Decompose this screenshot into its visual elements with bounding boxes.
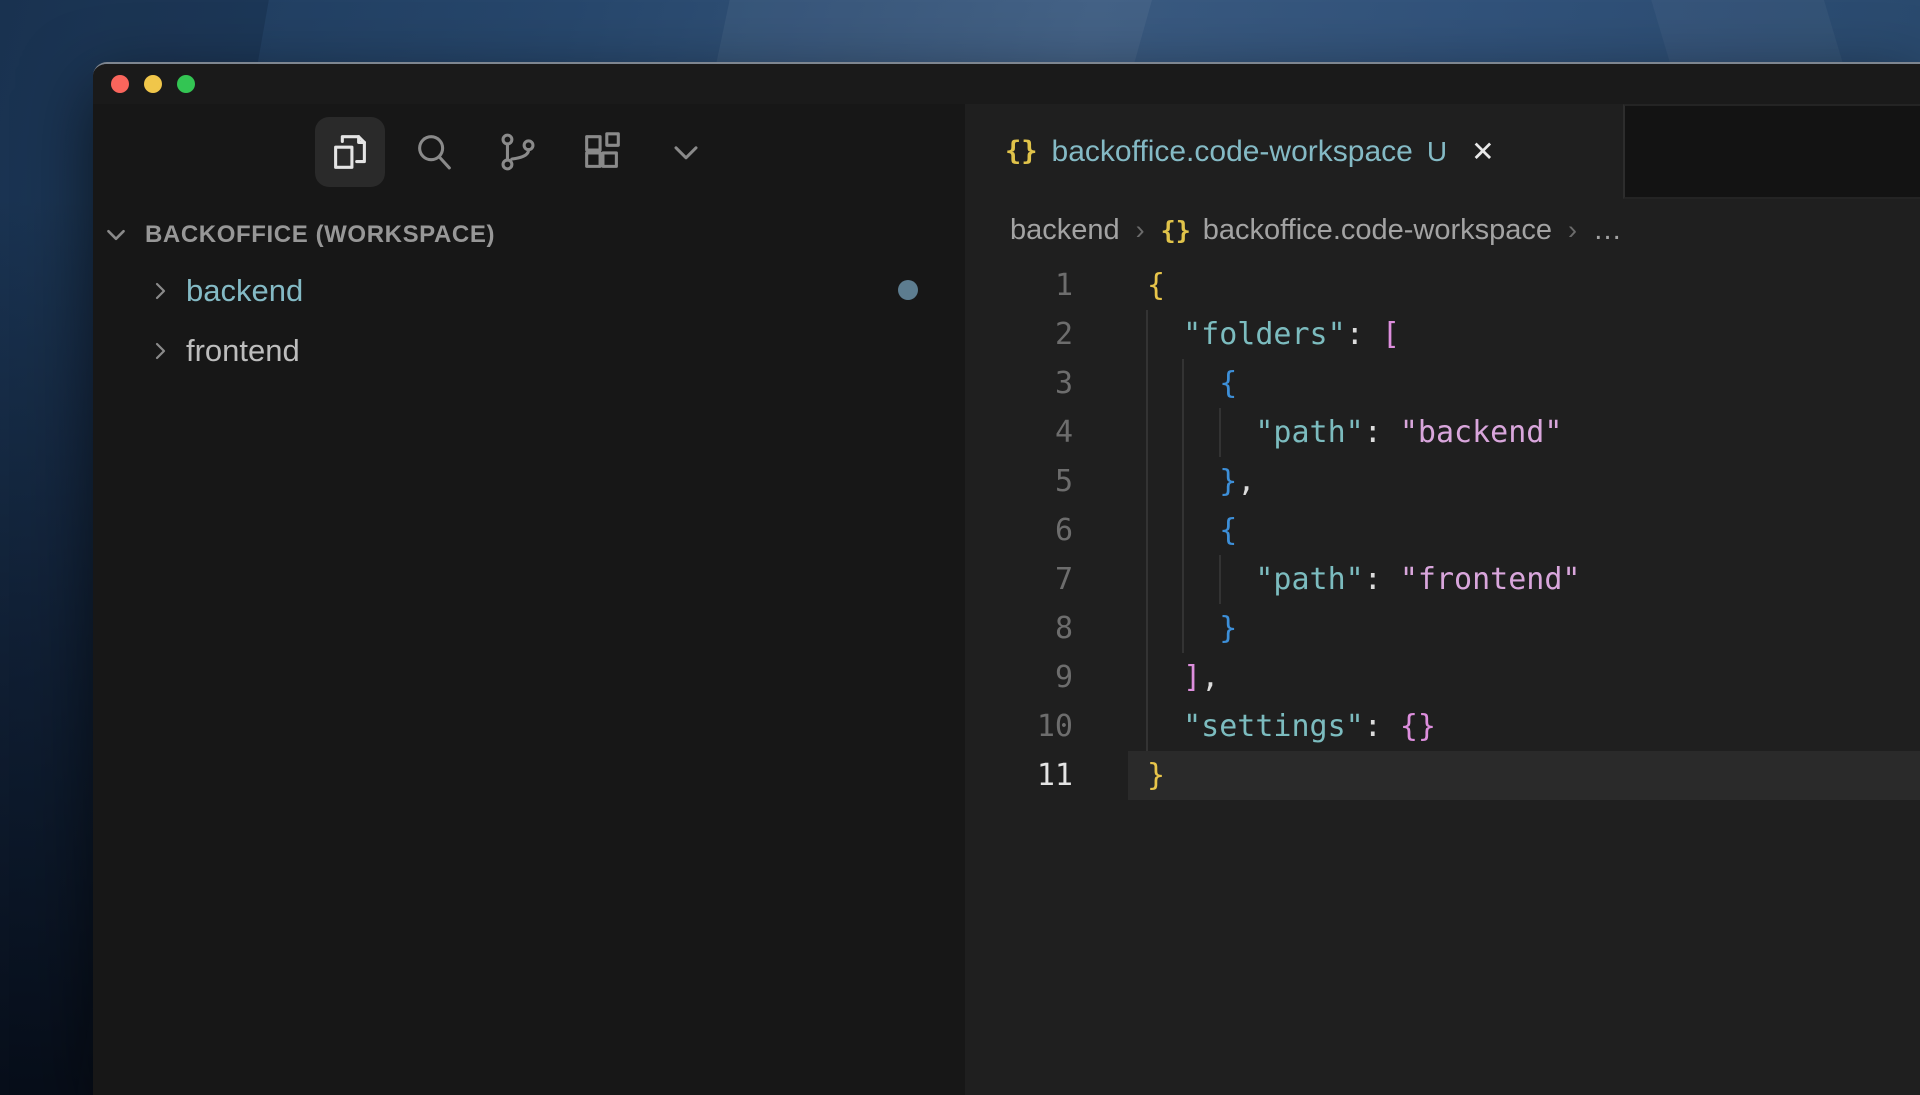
tree-item-label: backend [186, 273, 303, 309]
code-line-text: "path": "backend" [1073, 415, 1562, 450]
code-line-text: { [1073, 268, 1165, 303]
activity-item-more-views[interactable] [651, 117, 721, 187]
code-line-text: { [1073, 366, 1237, 401]
line-number: 5 [965, 464, 1073, 499]
line-number: 2 [965, 317, 1073, 352]
vscode-window: BACKOFFICE (WORKSPACE) backend [93, 62, 1920, 1095]
breadcrumb-item-file[interactable]: backoffice.code-workspace [1203, 214, 1552, 247]
line-number: 7 [965, 562, 1073, 597]
code-line-3[interactable]: 3 { [965, 359, 1920, 408]
tree-item-label: frontend [186, 333, 300, 369]
extensions-icon [579, 129, 625, 175]
search-icon [411, 129, 457, 175]
explorer-tree: backend frontend [93, 261, 965, 381]
activity-bar [93, 104, 965, 199]
sidebar: BACKOFFICE (WORKSPACE) backend [93, 104, 965, 1095]
code-line-4[interactable]: 4 "path": "backend" [965, 408, 1920, 457]
code-line-10[interactable]: 10 "settings": {} [965, 702, 1920, 751]
breadcrumb-item-symbol[interactable]: … [1593, 214, 1622, 247]
tab-backoffice-code-workspace[interactable]: {} backoffice.code-workspace U ✕ [965, 104, 1623, 199]
line-number: 9 [965, 660, 1073, 695]
code-line-5[interactable]: 5 }, [965, 457, 1920, 506]
code-line-6[interactable]: 6 { [965, 506, 1920, 555]
chevron-right-icon [148, 339, 172, 363]
activity-item-source-control[interactable] [483, 117, 553, 187]
code-line-1[interactable]: 1{ [965, 261, 1920, 310]
tree-item-backend[interactable]: backend [93, 261, 965, 321]
code-line-text: "path": "frontend" [1073, 562, 1581, 597]
zoom-window-button[interactable] [177, 75, 195, 93]
code-line-7[interactable]: 7 "path": "frontend" [965, 555, 1920, 604]
code-line-text: ], [1073, 660, 1219, 695]
code-line-text: "settings": {} [1073, 709, 1436, 744]
line-number: 11 [965, 758, 1073, 793]
sidebar-section-header[interactable]: BACKOFFICE (WORKSPACE) [93, 215, 965, 255]
line-number: 8 [965, 611, 1073, 646]
activity-item-explorer[interactable] [315, 117, 385, 187]
breadcrumb: backend › {} backoffice.code-workspace ›… [965, 199, 1920, 261]
code-line-text: "folders": [ [1073, 317, 1400, 352]
code-editor[interactable]: 1{2 "folders": [3 {4 "path": "backend"5 … [965, 261, 1920, 1095]
code-line-text: } [1073, 611, 1237, 646]
git-branch-icon [495, 129, 541, 175]
code-lines: 1{2 "folders": [3 {4 "path": "backend"5 … [965, 261, 1920, 800]
changes-badge-dot [898, 280, 918, 300]
line-number: 6 [965, 513, 1073, 548]
line-number: 3 [965, 366, 1073, 401]
editor-group: {} backoffice.code-workspace U ✕ backend… [965, 104, 1920, 1095]
code-line-8[interactable]: 8 } [965, 604, 1920, 653]
section-header-label: BACKOFFICE (WORKSPACE) [145, 221, 495, 249]
close-tab-icon[interactable]: ✕ [1471, 138, 1494, 166]
titlebar[interactable] [93, 64, 1920, 104]
code-line-2[interactable]: 2 "folders": [ [965, 310, 1920, 359]
empty-tab-area[interactable] [1623, 104, 1920, 199]
code-line-11[interactable]: 11} [965, 751, 1920, 800]
minimize-window-button[interactable] [144, 75, 162, 93]
line-number: 4 [965, 415, 1073, 450]
json-file-icon: {} [1161, 216, 1191, 245]
json-file-icon: {} [1005, 136, 1038, 167]
tab-bar: {} backoffice.code-workspace U ✕ [965, 104, 1920, 199]
code-line-text: }, [1073, 464, 1255, 499]
files-icon [327, 129, 373, 175]
git-status-badge: U [1427, 136, 1447, 168]
line-number: 1 [965, 268, 1073, 303]
code-line-9[interactable]: 9 ], [965, 653, 1920, 702]
close-window-button[interactable] [111, 75, 129, 93]
activity-item-extensions[interactable] [567, 117, 637, 187]
code-line-text: { [1073, 513, 1237, 548]
breadcrumb-item-folder[interactable]: backend [1010, 214, 1120, 247]
breadcrumb-separator: › [1136, 215, 1145, 246]
code-line-text: } [1073, 758, 1165, 793]
chevron-down-icon [103, 222, 129, 248]
chevron-down-icon [666, 132, 706, 172]
tree-item-frontend[interactable]: frontend [93, 321, 965, 381]
breadcrumb-separator: › [1568, 215, 1577, 246]
activity-item-search[interactable] [399, 117, 469, 187]
chevron-right-icon [148, 279, 172, 303]
tab-label: backoffice.code-workspace [1052, 135, 1413, 169]
line-number: 10 [965, 709, 1073, 744]
